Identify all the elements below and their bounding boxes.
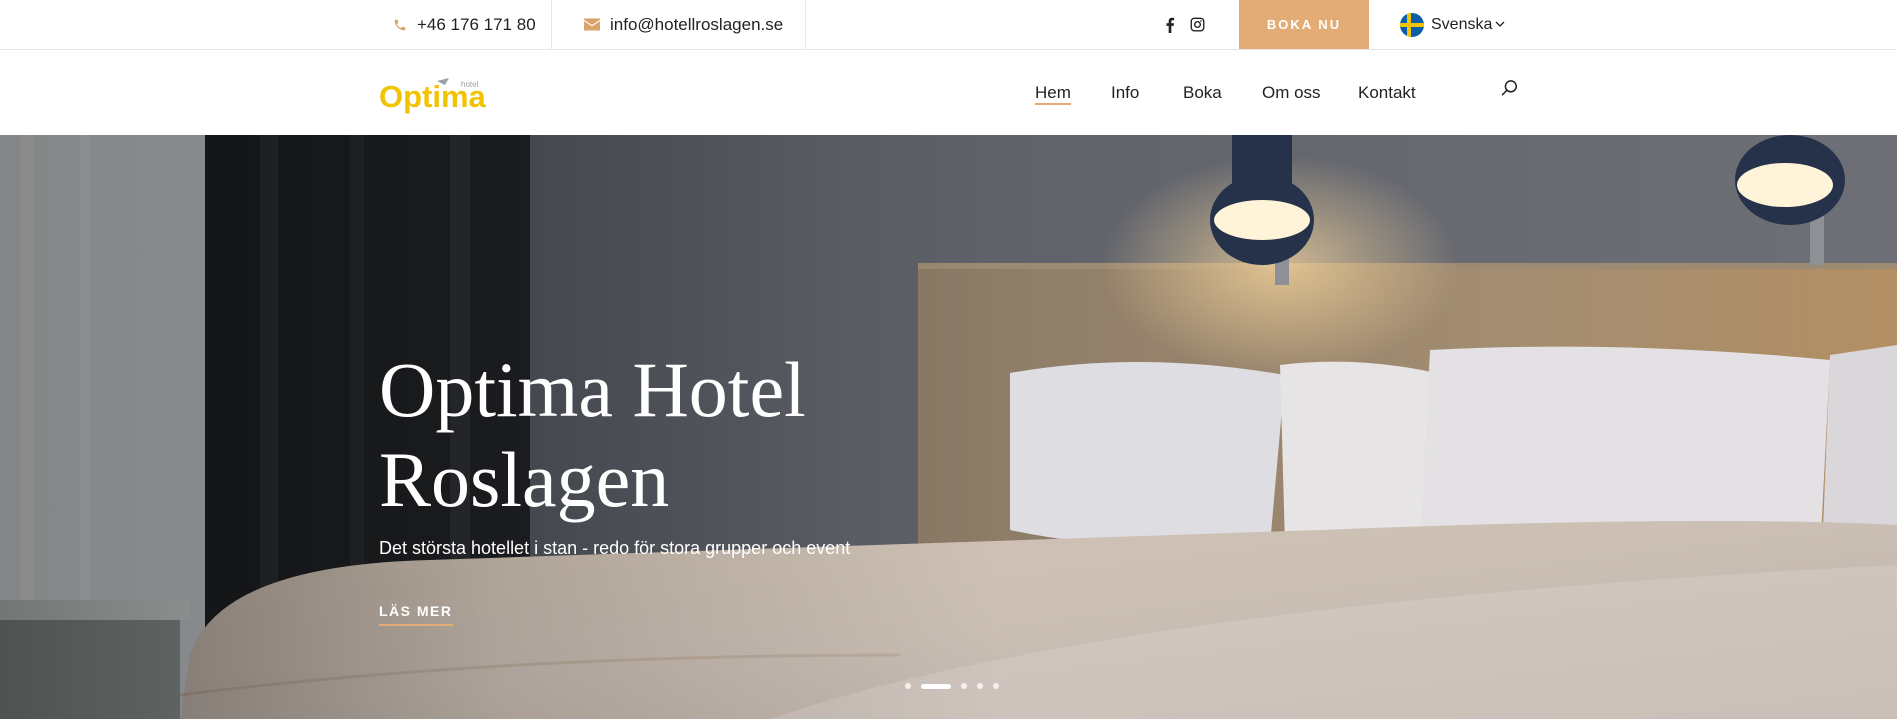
phone-number: +46 176 171 80 (417, 14, 536, 34)
email-link[interactable]: info@hotellroslagen.se (552, 0, 806, 49)
active-indicator (1035, 103, 1071, 105)
slider-dot[interactable] (977, 683, 983, 689)
slider-pagination (905, 683, 999, 689)
instagram-icon[interactable] (1190, 0, 1205, 49)
hero-subtitle: Det största hotellet i stan - redo för s… (379, 538, 851, 558)
nav-item-boka[interactable]: Boka (1183, 50, 1222, 135)
read-more-link[interactable]: LÄS MER (379, 603, 453, 626)
nav-label-hem: Hem (1035, 82, 1071, 102)
slider-dot[interactable] (961, 683, 967, 689)
sweden-flag-icon (1400, 12, 1424, 37)
book-now-button[interactable]: BOKA NU (1239, 0, 1369, 49)
nav-item-kontakt[interactable]: Kontakt (1358, 50, 1416, 135)
nav-label-info: Info (1111, 82, 1140, 102)
language-selector[interactable]: Svenska (1400, 0, 1505, 49)
optima-logo[interactable]: Optima hotel (379, 72, 489, 116)
svg-text:hotel: hotel (461, 80, 479, 89)
slider-dot-active[interactable] (921, 683, 951, 689)
nav-label-kontakt: Kontakt (1358, 82, 1416, 102)
nav-label-boka: Boka (1183, 82, 1222, 102)
slider-dot[interactable] (905, 683, 911, 689)
slider-dot[interactable] (993, 683, 999, 689)
search-icon[interactable] (1500, 78, 1524, 102)
language-label: Svenska (1431, 15, 1493, 33)
nav-item-hem[interactable]: Hem (1035, 50, 1071, 135)
nav-item-om-oss[interactable]: Om oss (1262, 50, 1321, 135)
hero-slider: Optima Hotel Roslagen Det största hotell… (0, 135, 1897, 719)
nav-label-om-oss: Om oss (1262, 82, 1321, 102)
top-bar: +46 176 171 80 info@hotellroslagen.se BO… (0, 0, 1897, 50)
hero-title: Optima Hotel Roslagen (379, 346, 806, 523)
email-address: info@hotellroslagen.se (610, 14, 784, 34)
phone-icon (393, 18, 407, 32)
chevron-down-icon (1495, 21, 1505, 28)
nav-item-info[interactable]: Info (1111, 50, 1139, 135)
main-header: Optima hotel Hem Info Boka Om oss Kontak… (0, 50, 1897, 135)
facebook-icon[interactable] (1165, 0, 1175, 49)
phone-link[interactable]: +46 176 171 80 (379, 0, 552, 49)
envelope-icon (584, 18, 600, 31)
